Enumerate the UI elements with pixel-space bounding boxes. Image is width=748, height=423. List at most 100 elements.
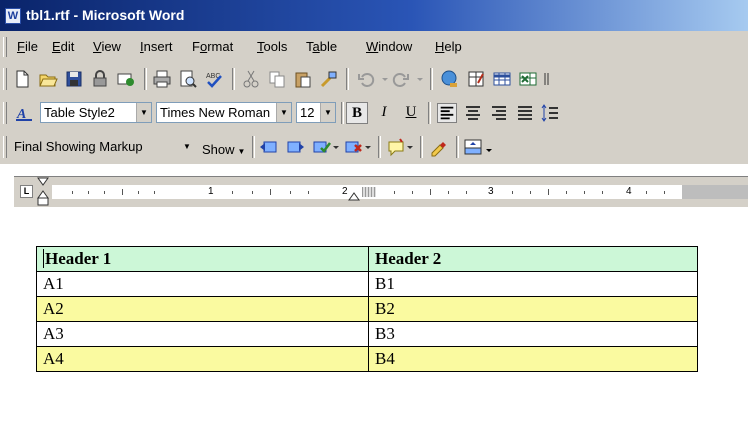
menu-help[interactable]: Help xyxy=(435,39,462,54)
menu-file[interactable]: File xyxy=(17,39,38,54)
insert-table-icon[interactable] xyxy=(492,69,512,89)
toolbar-grip[interactable] xyxy=(3,102,7,124)
insert-excel-icon[interactable] xyxy=(518,69,538,89)
chevron-down-icon[interactable]: ▼ xyxy=(320,103,335,122)
ruler-number: 3 xyxy=(488,186,494,197)
new-document-icon[interactable] xyxy=(12,69,32,89)
redo-icon[interactable] xyxy=(391,69,411,89)
ruler-tick xyxy=(664,191,665,194)
italic-button[interactable]: I xyxy=(373,102,395,124)
print-preview-icon[interactable] xyxy=(178,69,198,89)
menu-tools[interactable]: Tools xyxy=(257,39,287,54)
indent-markers-icon[interactable] xyxy=(36,177,50,207)
table-header-cell[interactable]: Header 1 xyxy=(36,246,369,272)
toolbar-grip[interactable] xyxy=(3,136,7,158)
table-cell[interactable]: A1 xyxy=(36,271,369,297)
hyperlink-icon[interactable] xyxy=(440,69,460,89)
table-cell[interactable]: A4 xyxy=(36,346,369,372)
menu-view[interactable]: View xyxy=(93,39,121,54)
word-table[interactable]: Header 1 Header 2 A1 B1 A2 B2 A3 B3 A4 B… xyxy=(36,246,698,372)
menu-grip[interactable] xyxy=(3,37,7,57)
columns-icon[interactable] xyxy=(544,69,550,89)
display-for-review-dropdown[interactable]: Final Showing Markup ▼ xyxy=(10,136,195,157)
align-right-icon[interactable] xyxy=(489,103,509,123)
menu-window[interactable]: Window xyxy=(366,39,412,54)
table-cell[interactable]: A3 xyxy=(36,321,369,347)
ruler-tick xyxy=(530,191,531,194)
menu-edit[interactable]: Edit xyxy=(52,39,74,54)
redo-dropdown-icon[interactable] xyxy=(410,69,430,89)
ruler-tick xyxy=(138,191,139,194)
copy-icon[interactable] xyxy=(267,69,287,89)
reviewing-pane-icon[interactable] xyxy=(463,137,483,157)
title-bar: W tbl1.rtf - Microsoft Word xyxy=(0,0,748,31)
ruler-tick xyxy=(252,191,253,194)
ruler-tick xyxy=(72,191,73,194)
open-folder-icon[interactable] xyxy=(38,69,58,89)
table-cell[interactable]: B3 xyxy=(368,321,698,347)
horizontal-ruler[interactable]: L 1 2 3 4 xyxy=(14,176,748,207)
table-cell[interactable]: B2 xyxy=(368,296,698,322)
menu-insert[interactable]: Insert xyxy=(140,39,173,54)
next-change-icon[interactable] xyxy=(286,137,306,157)
accept-dropdown-icon[interactable] xyxy=(331,137,341,157)
ruler-tick xyxy=(394,191,395,194)
line-spacing-icon[interactable] xyxy=(540,103,560,123)
style-dropdown[interactable]: Table Style2 ▼ xyxy=(40,102,152,123)
menu-format[interactable]: Format xyxy=(192,39,233,54)
show-menu-button[interactable]: Show ▼ xyxy=(202,142,245,157)
menu-tools-label: Tools xyxy=(257,39,288,54)
email-icon[interactable] xyxy=(116,69,136,89)
comment-dropdown-icon[interactable] xyxy=(405,137,415,157)
align-center-icon[interactable] xyxy=(463,103,483,123)
tab-selector-icon[interactable]: L xyxy=(20,185,33,198)
menu-file-label: File xyxy=(17,39,38,54)
new-comment-icon[interactable] xyxy=(386,137,406,157)
toolbar-options-icon[interactable] xyxy=(484,137,494,157)
ruler-tick xyxy=(566,191,567,194)
toolbar-separator xyxy=(428,102,431,124)
save-icon[interactable] xyxy=(64,69,84,89)
justify-icon[interactable] xyxy=(515,103,535,123)
menu-format-label: Format xyxy=(192,39,234,54)
ruler-tick xyxy=(412,191,413,194)
chevron-down-icon[interactable]: ▼ xyxy=(180,137,194,156)
font-dropdown[interactable]: Times New Roman ▼ xyxy=(156,102,292,123)
align-left-icon[interactable] xyxy=(437,103,457,123)
column-gap-marker[interactable] xyxy=(362,187,376,197)
reject-dropdown-icon[interactable] xyxy=(363,137,373,157)
font-size-dropdown[interactable]: 12 ▼ xyxy=(296,102,336,123)
reject-change-icon[interactable] xyxy=(344,137,364,157)
formatting-toolbar: A Table Style2 ▼ Times New Roman ▼ 12 ▼ … xyxy=(0,96,748,130)
paste-icon[interactable] xyxy=(293,69,313,89)
undo-icon[interactable] xyxy=(356,69,376,89)
table-cell[interactable]: B1 xyxy=(368,271,698,297)
track-changes-icon[interactable] xyxy=(428,137,448,157)
bold-button[interactable]: B xyxy=(346,102,368,124)
document-area[interactable]: Header 1 Header 2 A1 B1 A2 B2 A3 B3 A4 B… xyxy=(0,207,748,423)
italic-label: I xyxy=(381,104,387,120)
menu-table[interactable]: Table xyxy=(306,39,337,54)
table-header-cell[interactable]: Header 2 xyxy=(368,246,698,272)
tables-borders-icon[interactable] xyxy=(466,69,486,89)
table-row: A1 B1 xyxy=(36,271,698,297)
spelling-icon[interactable]: ABC xyxy=(204,69,224,89)
table-cell[interactable]: B4 xyxy=(368,346,698,372)
toolbar-separator xyxy=(341,102,344,124)
format-painter-icon[interactable] xyxy=(319,69,339,89)
print-icon[interactable] xyxy=(152,69,172,89)
table-cell[interactable]: A2 xyxy=(36,296,369,322)
column-marker-icon[interactable] xyxy=(348,191,360,201)
chevron-down-icon[interactable]: ▼ xyxy=(136,103,151,122)
previous-change-icon[interactable] xyxy=(258,137,278,157)
toolbar-separator xyxy=(144,68,147,90)
accept-change-icon[interactable] xyxy=(312,137,332,157)
cut-icon[interactable] xyxy=(241,69,261,89)
styles-formatting-icon[interactable]: A xyxy=(14,103,34,123)
toolbar-grip[interactable] xyxy=(3,68,7,90)
word-app-icon[interactable]: W xyxy=(5,8,21,24)
reviewing-toolbar: Final Showing Markup ▼ Show ▼ xyxy=(0,130,748,164)
underline-button[interactable]: U xyxy=(400,102,422,124)
permission-icon[interactable] xyxy=(90,69,110,89)
chevron-down-icon[interactable]: ▼ xyxy=(276,103,291,122)
